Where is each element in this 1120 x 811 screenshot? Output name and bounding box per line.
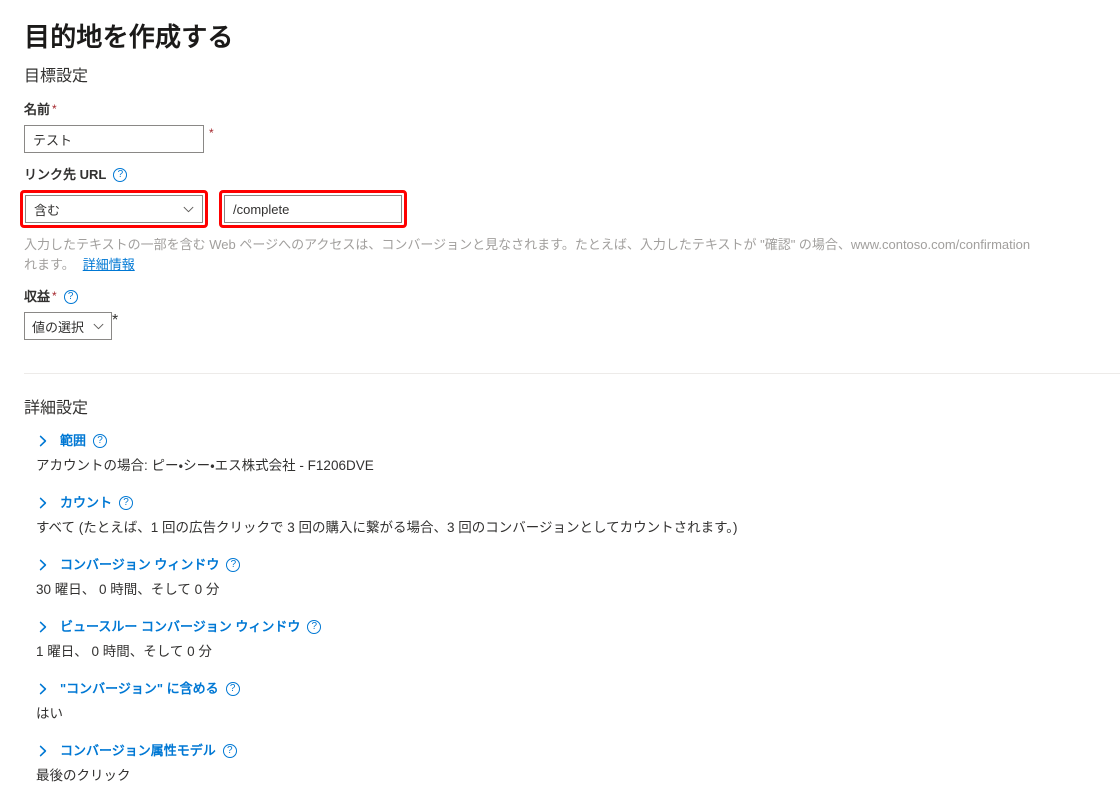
revenue-select-row: 値の選択 * [24, 312, 1120, 340]
destination-url-input[interactable] [224, 195, 402, 223]
accordion-header-conversion-window[interactable]: コンバージョン ウィンドウ ? [24, 555, 1120, 575]
help-circle-icon[interactable]: ? [307, 620, 322, 634]
name-field-label: 名前 * [24, 88, 1120, 119]
helper-text-continuation: れます。 [24, 257, 75, 272]
chevron-right-icon [36, 558, 50, 572]
match-type-select[interactable]: 含む [25, 195, 203, 223]
destination-url-label-text: リンク先 URL [24, 167, 107, 182]
accordion-title-conversion-window: コンバージョン ウィンドウ [60, 557, 220, 572]
accordion-value-view-through-conversion-window: 1 曜日、 0 時間、そして 0 分 [36, 644, 212, 659]
accordion-item-conversion-window: コンバージョン ウィンドウ ? 30 曜日、 0 時間、そして 0 分 [24, 555, 1120, 600]
create-destination-page: 目的地を作成する 目標設定 名前 * * リンク先 URL ? 含む [0, 0, 1120, 811]
helper-text-body: 入力したテキストの一部を含む Web ページへのアクセスは、コンバージョンと見な… [24, 237, 1031, 252]
match-type-selected-value: 含む [34, 202, 61, 218]
goal-settings-heading: 目標設定 [24, 68, 89, 85]
accordion-value-count: すべて (たとえば、1 回の広告クリックで 3 回の購入に繋がる場合、3 回のコ… [36, 520, 738, 535]
name-label-text: 名前 [24, 102, 51, 117]
help-circle-icon[interactable]: ? [226, 558, 241, 572]
accordion-value-conversion-attribution-model: 最後のクリック [36, 768, 131, 783]
accordion-title-conversion-attribution-model: コンバージョン属性モデル [60, 743, 216, 758]
accordion-item-count: カウント ? すべて (たとえば、1 回の広告クリックで 3 回の購入に繋がる場… [24, 493, 1120, 538]
accordion-title-view-through-conversion-window: ビュースルー コンバージョン ウィンドウ [60, 619, 301, 634]
accordion-value-include-in-conversions: はい [36, 706, 63, 721]
name-input[interactable] [24, 125, 204, 153]
accordion-item-conversion-attribution-model: コンバージョン属性モデル ? 最後のクリック [24, 741, 1120, 786]
help-circle-icon[interactable]: ? [119, 496, 134, 510]
revenue-field-label: 収益 * ? [24, 275, 1120, 306]
destination-url-row: 含む [20, 190, 1120, 228]
name-trailing-asterisk: * [209, 126, 214, 140]
revenue-required-asterisk: * [52, 289, 57, 303]
help-circle-icon[interactable]: ? [63, 290, 78, 304]
help-circle-icon[interactable]: ? [113, 168, 128, 182]
page-title: 目的地を作成する [24, 22, 234, 52]
accordion-title-scope: 範囲 [60, 433, 87, 448]
destination-url-helper-text: 入力したテキストの一部を含む Web ページへのアクセスは、コンバージョンと見な… [24, 235, 1120, 275]
chevron-right-icon [36, 496, 50, 510]
chevron-right-icon [36, 620, 50, 634]
advanced-settings-accordion: 範囲 ? アカウントの場合: ピー・シー・エス株式会社 - F1206DVE カ… [24, 431, 1120, 786]
chevron-right-icon [36, 434, 50, 448]
revenue-label-text: 収益 [24, 289, 51, 304]
chevron-down-icon [93, 321, 104, 332]
help-circle-icon[interactable]: ? [225, 682, 240, 696]
revenue-selected-value: 値の選択 [32, 319, 85, 335]
chevron-down-icon [183, 204, 194, 215]
name-input-row: * [24, 125, 1120, 153]
accordion-value-conversion-window: 30 曜日、 0 時間、そして 0 分 [36, 582, 220, 597]
name-required-asterisk: * [52, 102, 57, 116]
learn-more-link[interactable]: 詳細情報 [83, 257, 135, 272]
match-type-highlight-box: 含む [20, 190, 208, 228]
accordion-header-view-through-conversion-window[interactable]: ビュースルー コンバージョン ウィンドウ ? [24, 617, 1120, 637]
chevron-right-icon [36, 682, 50, 696]
accordion-item-include-in-conversions: "コンバージョン" に含める ? はい [24, 679, 1120, 724]
accordion-header-count[interactable]: カウント ? [24, 493, 1120, 513]
chevron-right-icon [36, 744, 50, 758]
accordion-item-view-through-conversion-window: ビュースルー コンバージョン ウィンドウ ? 1 曜日、 0 時間、そして 0 … [24, 617, 1120, 662]
accordion-header-include-in-conversions[interactable]: "コンバージョン" に含める ? [24, 679, 1120, 699]
accordion-item-scope: 範囲 ? アカウントの場合: ピー・シー・エス株式会社 - F1206DVE [24, 431, 1120, 476]
help-circle-icon[interactable]: ? [222, 744, 237, 758]
accordion-header-conversion-attribution-model[interactable]: コンバージョン属性モデル ? [24, 741, 1120, 761]
revenue-select[interactable]: 値の選択 [24, 312, 113, 340]
accordion-header-scope[interactable]: 範囲 ? [24, 431, 1120, 451]
accordion-title-include-in-conversions: "コンバージョン" に含める [60, 681, 219, 696]
destination-url-label: リンク先 URL ? [24, 153, 1120, 184]
accordion-value-scope: アカウントの場合: ピー・シー・エス株式会社 - F1206DVE [36, 458, 374, 473]
help-circle-icon[interactable]: ? [93, 434, 108, 448]
accordion-title-count: カウント [60, 495, 113, 510]
url-input-highlight-box [219, 190, 407, 228]
revenue-trailing-asterisk: * [112, 312, 119, 329]
advanced-settings-heading: 詳細設定 [24, 400, 89, 417]
